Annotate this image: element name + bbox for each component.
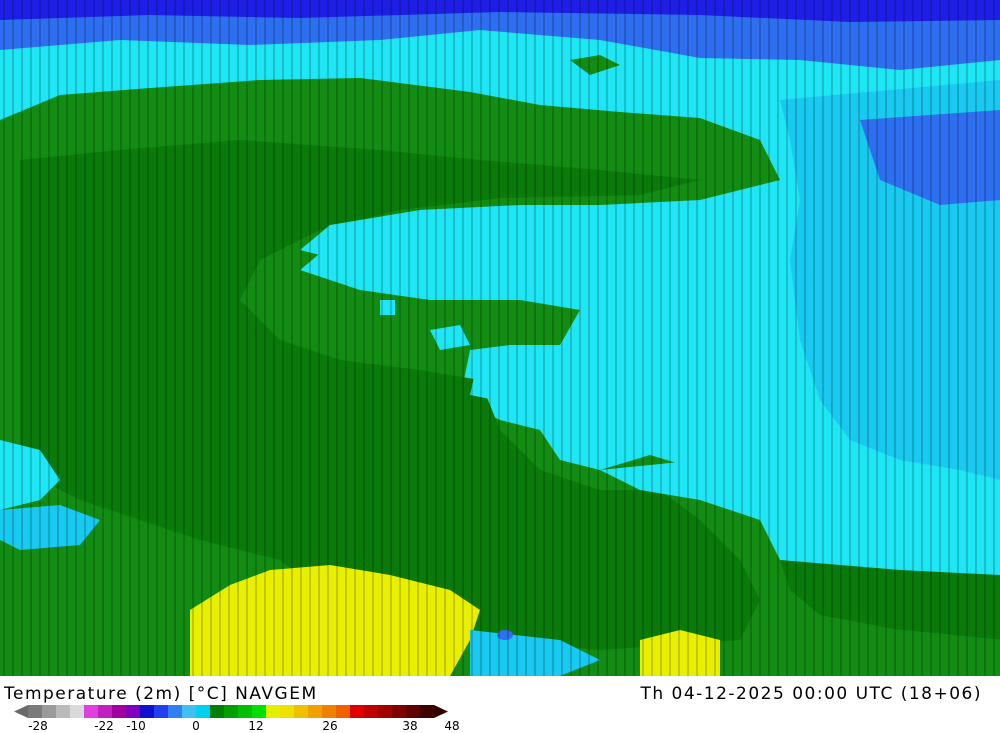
- temperature-map: [0, 0, 1000, 676]
- legend-arrow-right: [434, 705, 448, 718]
- legend-ticks: -28 -22 -10 0 12 26 38 48: [0, 719, 1000, 733]
- legend-tick: 12: [248, 719, 264, 733]
- legend-tick: 0: [192, 719, 200, 733]
- legend-tick: 38: [402, 719, 418, 733]
- value-grid-overlay: [0, 0, 1000, 676]
- legend-tick: -10: [126, 719, 146, 733]
- legend-tick: -28: [28, 719, 48, 733]
- map-title: Temperature (2m) [°C] NAVGEM: [4, 684, 318, 704]
- legend-tick: 48: [444, 719, 460, 733]
- map-canvas: [0, 0, 1000, 676]
- map-footer: Temperature (2m) [°C] NAVGEM Th 04-12-20…: [0, 676, 1000, 733]
- legend-tick: -22: [94, 719, 114, 733]
- legend-arrows: [14, 705, 448, 718]
- valid-time: Th 04-12-2025 00:00 UTC (18+06): [640, 684, 982, 704]
- legend-tick: 26: [322, 719, 338, 733]
- legend-arrow-left: [14, 705, 28, 718]
